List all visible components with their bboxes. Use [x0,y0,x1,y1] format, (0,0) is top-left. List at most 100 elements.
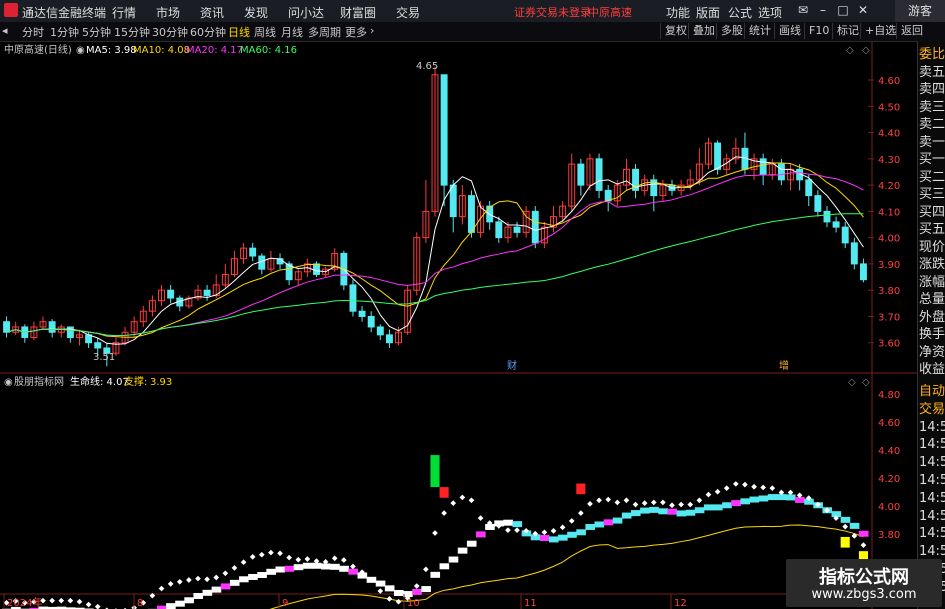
tab-5min[interactable]: 5分钟 [82,24,111,40]
quote-label-21: 14:56 [919,419,945,435]
band-dot-27 [249,554,256,560]
login-warning[interactable]: 证券交易未登录 [514,4,591,20]
date-label-4: 11 [524,598,537,609]
tab-multi-period[interactable]: 多周期 [308,24,341,40]
sub-label-0: 4.80 [878,390,900,401]
tab-60min[interactable]: 60分钟 [190,24,226,40]
price-label-0: 4.60 [878,76,900,87]
lifeline-seg-21 [193,593,204,600]
minimize-icon[interactable]: – [816,3,830,17]
chart-collapse-icon[interactable]: ◇ [862,45,870,56]
band-dot-7 [67,597,74,604]
menu-shichang[interactable]: 市场 [156,4,180,21]
lifeline-seg-26 [239,576,249,583]
tab-monthly[interactable]: 月线 [281,24,303,40]
menu-caifuquan[interactable]: 财富圈 [340,4,376,21]
mail-icon[interactable]: ✉ [796,3,810,17]
btn-diejia[interactable]: 叠加 [688,23,715,39]
menu-hangqing[interactable]: 行情 [112,4,136,21]
btn-duogu[interactable]: 多股 [716,23,743,39]
menu-zixun[interactable]: 资讯 [200,4,224,21]
quote-label-9: 买四 [919,204,945,220]
candle-body-34 [313,263,320,275]
btn-huaxian[interactable]: 画线 [774,23,801,39]
band-dot-77 [705,491,712,498]
lifeline-seg-56 [512,521,523,528]
band-dot-31 [286,554,292,561]
quote-label-13: 涨幅 [919,274,945,290]
kline-chart[interactable]: 4.60 4.50 4.40 4.30 4.20 4.10 4.00 3.90 3.80 3.70… [0,41,917,609]
chevron-right-icon[interactable]: › [370,24,374,37]
btn-tongji[interactable]: 统计 [744,23,771,39]
event-marker-cai[interactable]: 财 [507,359,517,372]
band-dot-41 [377,588,384,594]
quote-label-27: 14:56 [919,526,945,542]
lifeline-seg-60 [548,536,559,543]
legend-toggle-icon[interactable]: ◉ [76,45,85,56]
tab-weekly[interactable]: 周线 [254,24,276,40]
sub-collapse-icon[interactable]: ◇ [862,377,870,388]
lifeline-seg-41 [375,580,386,587]
sub-label-5: 3.80 [878,530,900,541]
price-label-4: 4.20 [878,181,900,192]
sub-legend-lifeline: 生命线: 4.07 [70,375,129,388]
menu-wenxiaoda[interactable]: 问小达 [288,4,324,21]
nav-left-icon[interactable]: ◂ [2,24,8,37]
lifeline-seg-48 [439,563,450,570]
legend-ma60: MA60: 4.16 [240,45,297,56]
band-dot-47 [432,530,438,536]
legend-ma10: MA10: 4.08 [133,45,190,56]
menu-jiaoyi[interactable]: 交易 [396,4,420,21]
quote-label-23: 14:56 [919,455,945,471]
event-marker-zeng[interactable]: 增 [779,359,789,372]
btn-f10[interactable]: F10 [804,23,829,39]
quote-label-3: 卖三 [919,99,945,115]
price-label-6: 4.00 [878,234,900,245]
btn-fanhui[interactable]: 返回 [896,23,923,39]
close-icon[interactable]: ✕ [856,3,870,17]
btn-add-favorite[interactable]: +自选 [860,23,896,39]
lifeline-seg-76 [694,507,705,514]
quote-label-16: 换手 [919,327,945,342]
tab-15min[interactable]: 15分钟 [114,24,150,40]
btn-fuquan[interactable]: 复权 [660,23,687,39]
band-dot-50 [459,494,466,501]
band-dot-56 [514,527,520,533]
sub-label-1: 4.60 [878,418,900,429]
btn-biaoji[interactable]: 标记 [832,23,859,39]
sub-label-4: 4.00 [878,502,900,513]
band-dot-72 [660,499,666,506]
band-dot-8 [76,598,83,605]
candle-body-94 [859,263,867,281]
title-bar: 通达信金融终端 行情 市场 资讯 发现 问小达 财富圈 交易 证券交易未登录 中… [0,0,945,23]
menu-banmian[interactable]: 版面 [696,4,720,21]
candle-body-0 [3,321,11,333]
menu-xuanxiang[interactable]: 选项 [758,4,782,21]
quote-label-26: 14:56 [919,508,945,524]
lifeline-seg-70 [640,507,650,514]
period-toolbar: ◂ 分时 1分钟 5分钟 15分钟 30分钟 60分钟 日线 周线 月线 多周期… [0,22,945,42]
menu-gongshi[interactable]: 公式 [728,4,752,21]
chart-options-icon[interactable]: ◇ [846,45,854,56]
candle-body-88 [805,179,813,197]
band-dot-67 [614,499,621,506]
price-label-9: 3.70 [878,312,900,323]
guest-button[interactable]: 游客 [895,0,945,22]
band-dot-49 [450,500,457,506]
candle-body-49 [449,184,457,218]
tab-more[interactable]: 更多 [345,24,367,40]
price-label-1: 4.50 [878,102,900,113]
band-dot-76 [696,497,703,504]
tab-30min[interactable]: 30分钟 [152,24,188,40]
maximize-icon[interactable]: □ [836,3,850,17]
sub-legend-toggle-icon[interactable]: ◉ [4,377,13,388]
tab-fenshi[interactable]: 分时 [22,24,44,40]
signal-block-2 [576,483,586,495]
tab-1min[interactable]: 1分钟 [50,24,79,40]
lifeline-seg-55 [503,519,513,526]
tab-daily[interactable]: 日线 [228,24,250,40]
menu-gongneng[interactable]: 功能 [666,4,690,21]
sub-options-icon[interactable]: ◇ [848,377,856,388]
candle-body-51 [468,195,475,233]
menu-faxian[interactable]: 发现 [244,4,268,21]
